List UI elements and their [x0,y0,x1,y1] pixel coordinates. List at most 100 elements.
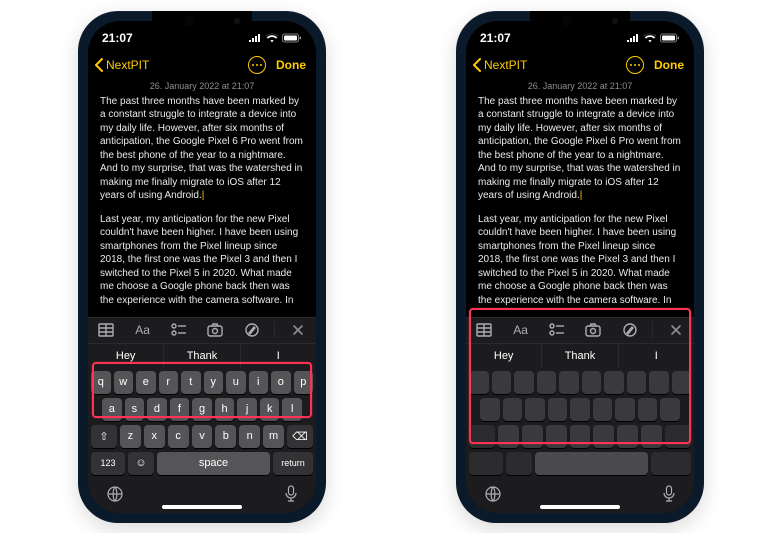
done-button[interactable]: Done [654,58,684,72]
blank-key [638,398,658,421]
suggestion-bar: Hey Thank I [88,344,316,368]
dictation-button[interactable] [662,485,676,508]
blank-key [469,425,495,448]
blank-key [582,371,602,394]
suggestion-2[interactable]: Thank [164,344,240,368]
key-z[interactable]: z [120,425,141,448]
more-button[interactable] [248,56,266,74]
phone-mockup-left: 21:07 NextPIT Done 26. January 2022 at 2… [78,11,326,523]
key-w[interactable]: w [114,371,134,394]
globe-button[interactable] [484,485,502,508]
key-p[interactable]: p [294,371,314,394]
key-h[interactable]: h [215,398,235,421]
key-d[interactable]: d [147,398,167,421]
toolbar-close[interactable] [284,319,312,341]
key-q[interactable]: q [91,371,111,394]
mic-icon [662,485,676,503]
key-e[interactable]: e [136,371,156,394]
status-icons [248,33,302,43]
camera-button[interactable] [579,319,607,341]
suggestion-3[interactable]: I [619,344,694,368]
key-v[interactable]: v [192,425,213,448]
toolbar-close[interactable] [662,319,690,341]
aa-label: Aa [513,323,528,337]
aa-label: Aa [135,323,150,337]
suggestion-2[interactable]: Thank [542,344,618,368]
notes-toolbar: Aa [466,318,694,344]
blank-key [469,371,489,394]
key-u[interactable]: u [226,371,246,394]
key-return[interactable]: return [273,452,313,475]
suggestion-3[interactable]: I [241,344,316,368]
keyboard-trackpad[interactable] [466,368,694,483]
wifi-icon [643,33,657,43]
chevron-left-icon [94,58,104,72]
table-icon [476,323,492,337]
signal-icon [248,33,262,43]
camera-button[interactable] [201,319,229,341]
chevron-left-icon [472,58,482,72]
globe-icon [106,485,124,503]
key-o[interactable]: o [271,371,291,394]
key-r[interactable]: r [159,371,179,394]
close-icon [292,324,304,336]
dictation-button[interactable] [284,485,298,508]
globe-button[interactable] [106,485,124,508]
back-button[interactable]: NextPIT [94,58,149,72]
text-cursor: | [202,190,205,201]
home-indicator[interactable] [540,505,620,509]
key-y[interactable]: y [204,371,224,394]
key-c[interactable]: c [168,425,189,448]
note-date: 26. January 2022 at 21:07 [88,79,316,95]
signal-icon [626,33,640,43]
markup-button[interactable] [238,319,266,341]
blank-key [593,425,614,448]
back-button[interactable]: NextPIT [472,58,527,72]
done-button[interactable]: Done [276,58,306,72]
battery-icon [282,33,302,43]
key-emoji[interactable]: ☺ [128,452,154,475]
suggestion-1[interactable]: Hey [88,344,164,368]
key-shift[interactable]: ⇧ [91,425,117,448]
nav-bar: NextPIT Done [88,51,316,79]
blank-key [665,425,691,448]
key-l[interactable]: l [282,398,302,421]
markup-icon [622,322,638,338]
home-indicator[interactable] [162,505,242,509]
blank-key [492,371,512,394]
more-button[interactable] [626,56,644,74]
table-button[interactable] [470,319,498,341]
paragraph-2: Last year, my anticipation for the new P… [478,213,682,308]
suggestion-1[interactable]: Hey [466,344,542,368]
note-content[interactable]: The past three months have been marked b… [88,95,316,317]
key-backspace[interactable]: ⌫ [287,425,313,448]
checklist-button[interactable] [543,319,571,341]
markup-button[interactable] [616,319,644,341]
format-button[interactable]: Aa [507,319,535,341]
notch [152,11,252,31]
key-t[interactable]: t [181,371,201,394]
key-j[interactable]: j [237,398,257,421]
key-g[interactable]: g [192,398,212,421]
key-i[interactable]: i [249,371,269,394]
table-icon [98,323,114,337]
table-button[interactable] [92,319,120,341]
blank-key [498,425,519,448]
key-b[interactable]: b [215,425,236,448]
key-a[interactable]: a [102,398,122,421]
key-s[interactable]: s [125,398,145,421]
checklist-button[interactable] [165,319,193,341]
screen-left: 21:07 NextPIT Done 26. January 2022 at 2… [88,21,316,513]
key-space[interactable]: space [157,452,270,475]
key-x[interactable]: x [144,425,165,448]
key-numbers[interactable]: 123 [91,452,125,475]
key-m[interactable]: m [263,425,284,448]
blank-key [660,398,680,421]
key-k[interactable]: k [260,398,280,421]
key-f[interactable]: f [170,398,190,421]
battery-icon [660,33,680,43]
format-button[interactable]: Aa [129,319,157,341]
toolbar-divider [652,322,653,338]
key-n[interactable]: n [239,425,260,448]
note-content[interactable]: The past three months have been marked b… [466,95,694,317]
